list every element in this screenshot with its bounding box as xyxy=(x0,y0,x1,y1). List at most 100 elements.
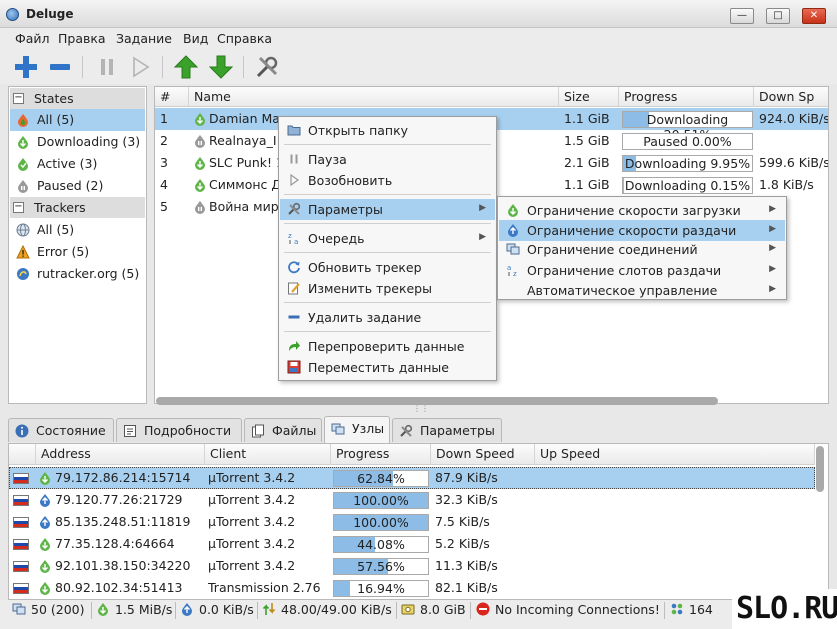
close-button[interactable]: ✕ xyxy=(802,8,826,24)
submenu-arrow-icon: ▶ xyxy=(769,284,776,294)
minimize-button[interactable]: — xyxy=(730,8,754,24)
column-header-progress[interactable]: Progress xyxy=(619,87,754,107)
context-menu: Открыть папку Пауза Возобновить Параметр… xyxy=(278,116,497,381)
collapse-icon[interactable]: − xyxy=(13,93,24,104)
peer-address: 85.135.248.51:11819 xyxy=(55,514,191,529)
peer-progress-bar: 44.08% xyxy=(333,536,429,553)
peer-leech-icon xyxy=(40,516,50,529)
download-limit-icon xyxy=(508,204,518,217)
details-icon xyxy=(124,425,136,437)
ru-flag-icon xyxy=(13,561,29,572)
peer-down-speed: 11.3 KiB/s xyxy=(435,558,498,573)
column-header-size[interactable]: Size xyxy=(559,87,619,107)
add-torrent-button[interactable] xyxy=(12,53,40,81)
menu-item-update-tracker[interactable]: Обновить трекер xyxy=(280,257,495,278)
ru-flag-icon xyxy=(13,539,29,550)
sidebar-item-trackers-error[interactable]: Error (5) xyxy=(10,241,145,263)
sidebar-item-active[interactable]: Active (3) xyxy=(10,153,145,175)
sidebar-item-trackers-all[interactable]: All (5) xyxy=(10,219,145,241)
sidebar-item-paused[interactable]: Paused (2) xyxy=(10,175,145,197)
column-header-down-speed[interactable]: Down Speed xyxy=(431,444,535,465)
pause-icon xyxy=(101,59,113,75)
column-header-flag[interactable] xyxy=(9,444,36,465)
column-header-up-speed[interactable]: Up Speed xyxy=(535,444,815,465)
column-header-num[interactable]: # xyxy=(155,87,189,107)
active-icon xyxy=(18,158,28,171)
peer-address: 80.92.102.34:51413 xyxy=(55,580,183,595)
info-icon xyxy=(15,424,29,438)
torrent-name: Симмонс Д xyxy=(209,177,282,192)
menu-item-pause[interactable]: Пауза xyxy=(280,149,495,170)
window-title: Deluge xyxy=(26,7,74,21)
menu-separator xyxy=(284,144,491,145)
preferences-button[interactable] xyxy=(253,53,281,81)
table-row[interactable]: 85.135.248.51:11819 µTorrent 3.4.2 100.00%… xyxy=(9,511,815,533)
menu-item-open-folder[interactable]: Открыть папку xyxy=(280,120,495,141)
paused-icon xyxy=(195,201,205,214)
menu-file[interactable]: Файл xyxy=(15,31,50,46)
pane-splitter-grip[interactable]: ⋮⋮ xyxy=(413,405,429,413)
maximize-button[interactable]: □ xyxy=(766,8,790,24)
submenu-item-auto-managed[interactable]: Автоматическое управление ▶ xyxy=(499,280,785,301)
horizontal-scrollbar[interactable] xyxy=(156,397,718,405)
column-header-client[interactable]: Client xyxy=(205,444,331,465)
queue-up-icon xyxy=(173,55,199,79)
status-separator xyxy=(664,602,665,619)
menu-item-queue[interactable]: za Очередь ▶ xyxy=(280,228,495,249)
menu-item-remove-torrent[interactable]: Удалить задание xyxy=(280,307,495,328)
tab-files[interactable]: Файлы xyxy=(244,418,322,442)
remove-torrent-button[interactable] xyxy=(46,53,74,81)
peer-progress-bar: 57.56% xyxy=(333,558,429,575)
peer-down-speed: 7.5 KiB/s xyxy=(435,514,490,529)
sidebar-item-all[interactable]: All (5) xyxy=(10,109,145,131)
table-row[interactable]: 80.92.102.34:51413 Transmission 2.76 16.94… xyxy=(9,577,815,599)
queue-icon: za xyxy=(288,232,298,245)
table-row[interactable]: 79.120.77.26:21729 µTorrent 3.4.2 100.00% 3… xyxy=(9,489,815,511)
trackers-header[interactable]: − Trackers xyxy=(10,197,145,218)
pause-button[interactable] xyxy=(93,53,121,81)
tab-status[interactable]: Состояние xyxy=(8,418,114,442)
menu-item-move-storage[interactable]: Переместить данные xyxy=(280,357,495,378)
menu-help[interactable]: Справка xyxy=(217,31,272,46)
menu-item-options[interactable]: Параметры ▶ xyxy=(280,199,495,220)
sidebar-item-downloading[interactable]: Downloading (3) xyxy=(10,131,145,153)
sidebar-item-trackers-rutracker[interactable]: rutracker.org (5) xyxy=(10,263,145,285)
table-row[interactable]: 79.172.86.214:15714 µTorrent 3.4.2 62.84% 8… xyxy=(9,467,815,489)
submenu-item-upload-limit[interactable]: Ограничение скорости раздачи ▶ xyxy=(499,220,785,241)
menu-torrent[interactable]: Задание xyxy=(116,31,172,46)
resume-button[interactable] xyxy=(126,53,154,81)
menu-separator xyxy=(284,302,491,303)
no-incoming-icon xyxy=(476,602,490,616)
peers-list: Address Client Progress Down Speed Up Sp… xyxy=(8,443,829,600)
submenu-arrow-icon: ▶ xyxy=(769,204,776,214)
menu-separator xyxy=(284,252,491,253)
menu-view[interactable]: Вид xyxy=(183,31,208,46)
queue-up-button[interactable] xyxy=(172,53,200,81)
files-icon xyxy=(252,424,264,438)
menu-item-edit-trackers[interactable]: Изменить трекеры xyxy=(280,278,495,299)
menu-item-force-recheck[interactable]: Перепроверить данные xyxy=(280,336,495,357)
tab-peers[interactable]: Узлы xyxy=(324,416,390,443)
submenu-item-connections-limit[interactable]: Ограничение соединений ▶ xyxy=(499,239,785,260)
column-header-down-speed[interactable]: Down Sp xyxy=(754,87,828,107)
vertical-scrollbar[interactable] xyxy=(816,446,824,492)
tab-options[interactable]: Параметры xyxy=(392,418,502,442)
column-header-address[interactable]: Address xyxy=(36,444,205,465)
torrent-progress-bar: Downloading 0.15% xyxy=(622,177,753,194)
svg-text:z: z xyxy=(513,270,517,277)
queue-down-button[interactable] xyxy=(207,53,235,81)
states-header[interactable]: − States xyxy=(10,88,145,109)
tab-details[interactable]: Подробности xyxy=(116,418,242,442)
status-separator xyxy=(470,602,471,619)
submenu-item-download-limit[interactable]: Ограничение скорости загрузки ▶ xyxy=(499,200,785,221)
menu-edit[interactable]: Правка xyxy=(58,31,106,46)
table-row[interactable]: 92.101.38.150:34220 µTorrent 3.4.2 57.56% 1… xyxy=(9,555,815,577)
submenu-item-upload-slots[interactable]: az Ограничение слотов раздачи ▶ xyxy=(499,260,785,281)
submenu-arrow-icon: ▶ xyxy=(769,243,776,253)
column-header-name[interactable]: Name xyxy=(189,87,559,107)
collapse-icon[interactable]: − xyxy=(13,202,24,213)
peer-down-speed: 82.1 KiB/s xyxy=(435,580,498,595)
column-header-progress[interactable]: Progress xyxy=(331,444,431,465)
menu-item-resume[interactable]: Возобновить xyxy=(280,170,495,191)
table-row[interactable]: 77.35.128.4:64664 µTorrent 3.4.2 44.08% 5.2… xyxy=(9,533,815,555)
